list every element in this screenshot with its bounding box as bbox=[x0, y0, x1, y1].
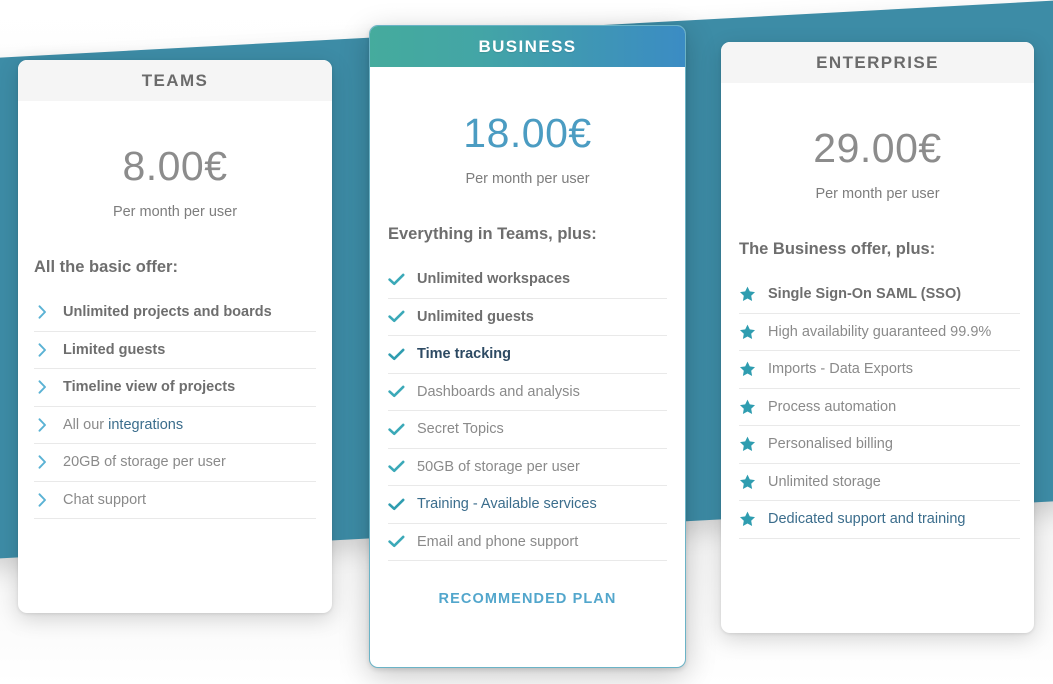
star-icon bbox=[739, 436, 756, 452]
feature-label: 20GB of storage per user bbox=[63, 454, 226, 471]
feature-label: 50GB of storage per user bbox=[417, 458, 580, 475]
feature-item[interactable]: Unlimited guests bbox=[388, 299, 667, 336]
check-icon bbox=[388, 535, 405, 548]
plan-section-title-business: Everything in Teams, plus: bbox=[388, 225, 597, 243]
feature-item[interactable]: Time tracking bbox=[388, 336, 667, 374]
pricing-page: TEAMS 8.00€ Per month per user All the b… bbox=[0, 0, 1053, 684]
feature-item[interactable]: Unlimited storage bbox=[739, 464, 1020, 501]
plan-price-business: 18.00€ bbox=[463, 110, 592, 156]
pricing-card-teams[interactable]: TEAMS 8.00€ Per month per user All the b… bbox=[18, 60, 332, 613]
plan-price-note-teams: Per month per user bbox=[112, 204, 238, 220]
chevron-right-icon bbox=[34, 418, 51, 432]
feature-label: Email and phone support bbox=[417, 533, 579, 550]
check-icon bbox=[388, 498, 405, 511]
feature-label: Timeline view of projects bbox=[63, 379, 236, 396]
feature-label: All our integrations bbox=[63, 417, 183, 433]
plan-title-teams: TEAMS bbox=[18, 60, 332, 101]
feature-label: Personalised billing bbox=[768, 436, 893, 453]
training-services-link[interactable]: Training - Available services bbox=[417, 496, 597, 512]
plan-price-teams: 8.00€ bbox=[122, 143, 228, 189]
plan-price-note-business: Per month per user bbox=[465, 171, 590, 187]
chevron-right-icon bbox=[34, 343, 51, 357]
feature-item[interactable]: Limited guests bbox=[34, 332, 316, 369]
feature-item[interactable]: Chat support bbox=[34, 482, 316, 519]
plan-title-business: BUSINESS bbox=[370, 26, 685, 67]
plan-section-title-teams: All the basic offer: bbox=[34, 258, 178, 276]
feature-item[interactable]: Training - Available services bbox=[388, 486, 667, 524]
feature-item[interactable]: Timeline view of projects bbox=[34, 369, 316, 407]
feature-item[interactable]: Process automation bbox=[739, 389, 1020, 426]
feature-label: Limited guests bbox=[63, 341, 166, 358]
check-icon bbox=[388, 348, 405, 361]
feature-item[interactable]: Unlimited projects and boards bbox=[34, 294, 316, 332]
star-icon bbox=[739, 286, 756, 302]
feature-item[interactable]: 20GB of storage per user bbox=[34, 444, 316, 482]
feature-item[interactable]: Dashboards and analysis bbox=[388, 374, 667, 411]
price-block-enterprise: 29.00€ Per month per user bbox=[721, 83, 1034, 203]
feature-label: Unlimited projects and boards bbox=[63, 304, 272, 321]
feature-label: Dashboards and analysis bbox=[417, 383, 580, 400]
feature-label-plain: All our bbox=[63, 416, 109, 433]
recommended-plan-label[interactable]: RECOMMENDED PLAN bbox=[370, 591, 685, 607]
check-icon bbox=[388, 273, 405, 286]
plan-price-enterprise: 29.00€ bbox=[813, 125, 942, 171]
star-icon bbox=[739, 361, 756, 377]
plan-price-note-enterprise: Per month per user bbox=[815, 186, 940, 202]
feature-label: Single Sign-On SAML (SSO) bbox=[768, 286, 962, 303]
feature-label: Secret Topics bbox=[417, 421, 504, 438]
feature-item[interactable]: Secret Topics bbox=[388, 411, 667, 449]
pricing-card-business[interactable]: BUSINESS 18.00€ Per month per user Every… bbox=[369, 25, 686, 668]
star-icon bbox=[739, 511, 756, 527]
feature-item[interactable]: 50GB of storage per user bbox=[388, 449, 667, 486]
dedicated-support-link[interactable]: Dedicated support and training bbox=[768, 511, 966, 527]
price-block-teams: 8.00€ Per month per user bbox=[18, 101, 332, 221]
feature-item[interactable]: High availability guaranteed 99.9% bbox=[739, 314, 1020, 351]
feature-item[interactable]: Imports - Data Exports bbox=[739, 351, 1020, 389]
chevron-right-icon bbox=[34, 455, 51, 469]
feature-item[interactable]: All our integrations bbox=[34, 407, 316, 444]
price-block-business: 18.00€ Per month per user bbox=[370, 67, 685, 188]
feature-list-business: Unlimited workspaces Unlimited guests Ti… bbox=[388, 261, 667, 561]
pricing-card-enterprise[interactable]: ENTERPRISE 29.00€ Per month per user The… bbox=[721, 42, 1034, 633]
chevron-right-icon bbox=[34, 493, 51, 507]
check-icon bbox=[388, 310, 405, 323]
feature-item[interactable]: Email and phone support bbox=[388, 524, 667, 561]
star-icon bbox=[739, 399, 756, 415]
plan-title-enterprise: ENTERPRISE bbox=[721, 42, 1034, 83]
feature-item[interactable]: Unlimited workspaces bbox=[388, 261, 667, 299]
feature-label: High availability guaranteed 99.9% bbox=[768, 323, 992, 340]
feature-list-teams: Unlimited projects and boards Limited gu… bbox=[34, 294, 316, 519]
check-icon bbox=[388, 423, 405, 436]
feature-label: Process automation bbox=[768, 398, 897, 415]
integrations-link[interactable]: integrations bbox=[108, 417, 183, 433]
feature-label: Unlimited storage bbox=[768, 473, 881, 490]
feature-label: Time tracking bbox=[417, 346, 512, 363]
feature-item[interactable]: Single Sign-On SAML (SSO) bbox=[739, 276, 1020, 314]
feature-label: Imports - Data Exports bbox=[768, 361, 914, 378]
feature-item[interactable]: Dedicated support and training bbox=[739, 501, 1020, 539]
feature-label: Unlimited guests bbox=[417, 308, 534, 325]
feature-item[interactable]: Personalised billing bbox=[739, 426, 1020, 464]
chevron-right-icon bbox=[34, 380, 51, 394]
feature-label: Chat support bbox=[63, 491, 147, 508]
check-icon bbox=[388, 460, 405, 473]
star-icon bbox=[739, 324, 756, 340]
feature-label: Unlimited workspaces bbox=[417, 271, 571, 288]
feature-list-enterprise: Single Sign-On SAML (SSO) High availabil… bbox=[739, 276, 1020, 539]
star-icon bbox=[739, 474, 756, 490]
plan-section-title-enterprise: The Business offer, plus: bbox=[739, 240, 936, 258]
pricing-cards-row: TEAMS 8.00€ Per month per user All the b… bbox=[0, 0, 1053, 684]
chevron-right-icon bbox=[34, 305, 51, 319]
check-icon bbox=[388, 385, 405, 398]
